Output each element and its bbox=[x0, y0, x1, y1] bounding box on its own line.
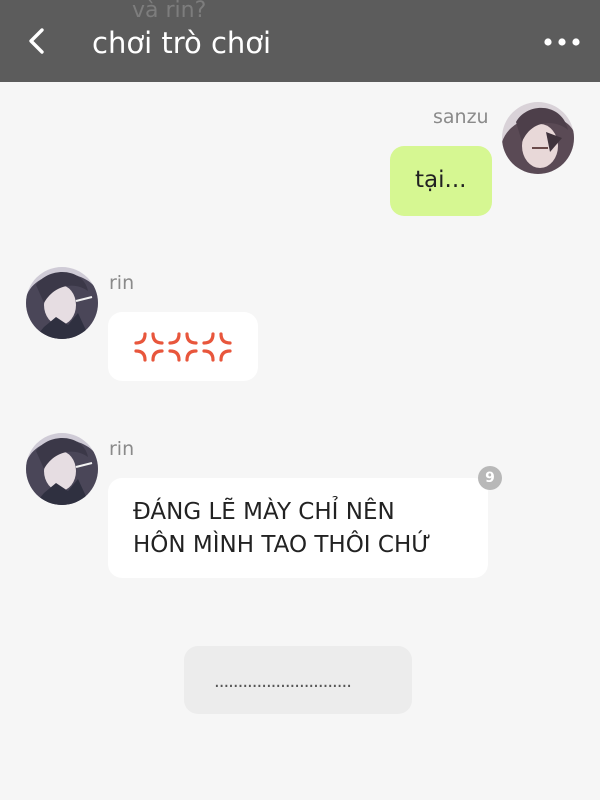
avatar[interactable] bbox=[502, 102, 574, 174]
avatar[interactable] bbox=[26, 267, 98, 339]
avatar[interactable] bbox=[26, 433, 98, 505]
message-bubble[interactable]: 💢💢💢 bbox=[108, 312, 258, 381]
anger-emoji bbox=[134, 332, 232, 362]
sender-name: rin bbox=[109, 438, 135, 460]
more-horizontal-icon[interactable] bbox=[540, 28, 584, 56]
message-bubble[interactable]: tại... bbox=[390, 146, 492, 216]
chevron-left-icon[interactable] bbox=[20, 24, 54, 58]
read-count-badge: 9 bbox=[478, 466, 502, 490]
composer-text: ............................. bbox=[214, 671, 352, 692]
previous-message-peek: và rin? bbox=[132, 0, 207, 23]
message-text: tại... bbox=[415, 167, 467, 193]
message-text-line: HÔN MÌNH TAO THÔI CHỨ bbox=[133, 532, 431, 558]
sender-name: rin bbox=[109, 272, 135, 294]
message-bubble[interactable]: ĐÁNG LẼ MÀY CHỈ NÊN HÔN MÌNH TAO THÔI CH… bbox=[108, 478, 488, 578]
composer-input[interactable]: ............................. bbox=[184, 646, 412, 714]
message-text-line: ĐÁNG LẼ MÀY CHỈ NÊN bbox=[133, 499, 395, 525]
sender-name: sanzu bbox=[433, 106, 489, 128]
top-bar: và rin? chơi trò chơi bbox=[0, 0, 600, 82]
chat-title: chơi trò chơi bbox=[92, 26, 272, 60]
